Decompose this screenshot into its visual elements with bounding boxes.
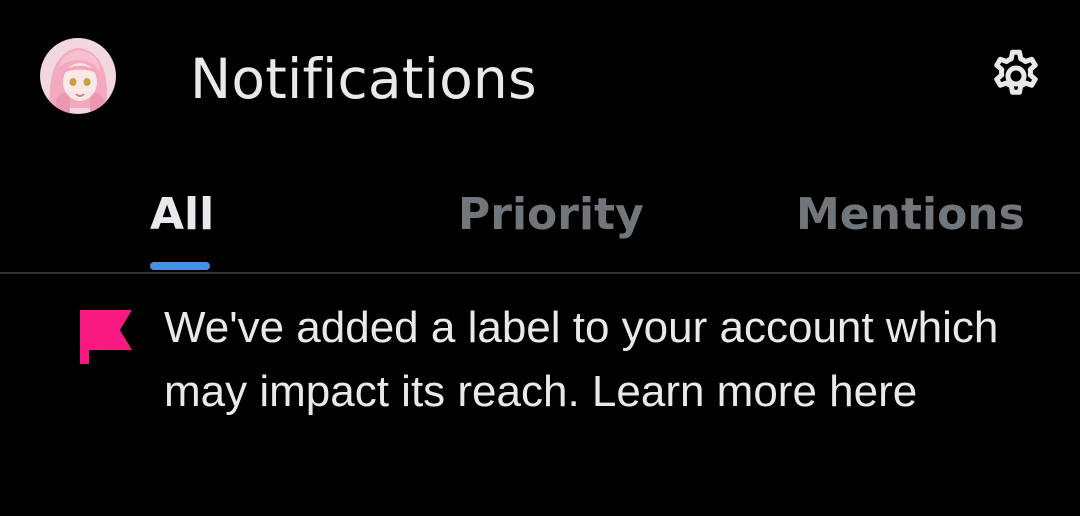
settings-button[interactable]: [986, 46, 1046, 106]
avatar-image: [40, 38, 116, 114]
notification-text: We've added a label to your account whic…: [164, 303, 999, 416]
tab-priority[interactable]: Priority: [458, 188, 644, 242]
flag-icon: [80, 308, 134, 364]
page-title: Notifications: [190, 47, 537, 111]
avatar[interactable]: [40, 38, 116, 114]
gear-icon: [994, 49, 1038, 95]
active-tab-indicator: [150, 262, 210, 270]
header-bar: Notifications: [0, 0, 1080, 160]
tab-bar: All Priority Mentions: [0, 160, 1080, 272]
tab-all[interactable]: All: [150, 188, 214, 242]
notification-item[interactable]: We've added a label to your account whic…: [0, 274, 1080, 516]
tab-mentions[interactable]: Mentions: [796, 188, 1025, 242]
